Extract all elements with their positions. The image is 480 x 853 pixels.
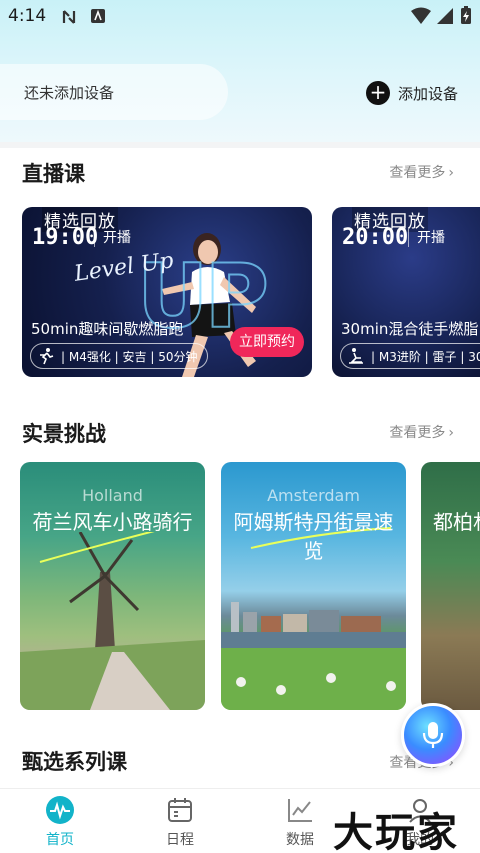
scenic-card-holland[interactable]: Holland 荷兰风车小路骑行 xyxy=(20,462,205,710)
scenic-chinese-name: 荷兰风车小路骑行 xyxy=(32,510,193,534)
sync-icon xyxy=(62,10,76,24)
live-time: 20:00 xyxy=(342,225,409,250)
scenic-card-amsterdam[interactable]: Amsterdam 阿姆斯特丹街景速览 xyxy=(221,462,406,710)
app-notification-icon xyxy=(91,9,105,23)
watermark: 大玩家 xyxy=(333,809,459,853)
scenic-english-name: Amsterdam xyxy=(267,486,360,505)
battery-charging-icon xyxy=(461,6,471,24)
chevron-right-icon: › xyxy=(448,165,454,181)
add-device-label: 添加设备 xyxy=(398,84,459,103)
scenic-card-dublin[interactable]: 都柏林 xyxy=(421,462,480,710)
nav-label: 数据 xyxy=(286,832,314,848)
chevron-right-icon: › xyxy=(448,425,454,441)
scenic-chinese-name: 阿姆斯特丹街景速览 xyxy=(233,510,394,563)
windmill-scene xyxy=(20,532,205,710)
book-now-button[interactable]: 立即预约 xyxy=(230,327,304,357)
live-time: 19:00 xyxy=(32,225,99,250)
scenic-english-name: Holland xyxy=(82,486,143,505)
nav-item-home[interactable]: 首页 xyxy=(20,795,100,849)
signal-icon xyxy=(437,8,453,24)
live-course-meta: | M3进阶 | 雷子 | 30 xyxy=(340,343,480,369)
scenic-chinese-name: 都柏林 xyxy=(433,510,480,534)
live-card[interactable]: 精选回放 20:00 开播 30min混合徒手燃脂 | M3进阶 | 雷子 | … xyxy=(332,207,480,377)
live-meta-text: | M4强化 | 安吉 | 50分钟 xyxy=(61,349,198,364)
nav-item-schedule[interactable]: 日程 xyxy=(140,795,220,849)
live-more-label: 查看更多 xyxy=(389,165,446,181)
status-bar: 4:14 xyxy=(0,0,480,34)
add-device-button[interactable]: + 添加设备 xyxy=(366,80,458,106)
scenic-more-label: 查看更多 xyxy=(389,425,446,441)
live-course-meta: | M4强化 | 安吉 | 50分钟 xyxy=(30,343,209,369)
running-icon xyxy=(40,348,54,365)
status-time: 4:14 xyxy=(8,6,47,26)
nav-label: 首页 xyxy=(46,832,74,848)
section-divider xyxy=(0,142,480,148)
scenic-section-title: 实景挑战 xyxy=(22,422,106,446)
live-course-name: 30min混合徒手燃脂 xyxy=(341,320,479,338)
live-start-label: 开播 xyxy=(408,227,445,247)
chart-icon xyxy=(288,799,312,822)
live-course-name: 50min趣味间歇燃脂跑 xyxy=(31,320,184,338)
wifi-icon xyxy=(411,7,431,24)
rowing-icon xyxy=(349,348,363,364)
microphone-icon xyxy=(422,722,444,748)
live-more-link[interactable]: 查看更多 › xyxy=(389,162,454,182)
scenic-more-link[interactable]: 查看更多 › xyxy=(389,422,454,442)
nav-item-data[interactable]: 数据 xyxy=(260,795,340,849)
calendar-icon xyxy=(168,798,192,822)
live-meta-text: | M3进阶 | 雷子 | 30 xyxy=(371,349,480,364)
live-section-title: 直播课 xyxy=(22,162,85,186)
no-device-text: 还未添加设备 xyxy=(24,84,115,102)
home-pulse-icon xyxy=(46,796,74,824)
add-icon: + xyxy=(366,81,390,105)
live-start-label: 开播 xyxy=(94,227,131,247)
series-section-title: 甄选系列课 xyxy=(22,750,127,774)
voice-assistant-button[interactable] xyxy=(401,703,465,767)
live-card[interactable]: UP Level Up 精选回放 19:00 开播 50min趣味间歇燃脂跑 |… xyxy=(22,207,312,377)
nav-label: 日程 xyxy=(166,832,194,848)
canal-scene xyxy=(221,602,406,710)
